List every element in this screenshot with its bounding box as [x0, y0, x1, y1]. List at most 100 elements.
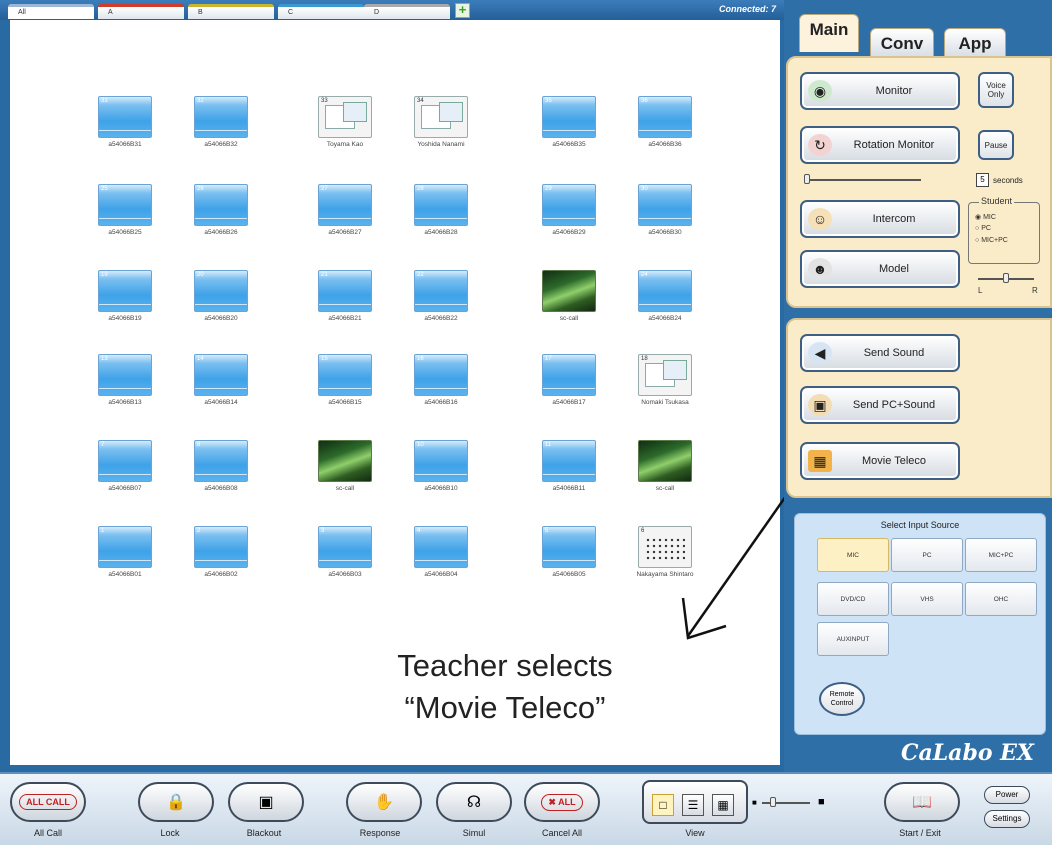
send-pc-sound-button[interactable]: ▣ Send PC+Sound [800, 386, 960, 424]
simul-button[interactable]: ☊ [436, 782, 512, 822]
all-call-button[interactable]: ALL CALL [10, 782, 86, 822]
view-thumbnail-icon[interactable]: □ [652, 794, 674, 816]
student-seat[interactable]: 33 Toyama Kao [300, 96, 390, 160]
input-mic-pc-button[interactable]: MIC+PC [965, 538, 1037, 572]
student-seat[interactable]: 27 a54066B27 [300, 184, 390, 248]
student-seat[interactable]: 16 a54066B16 [396, 354, 486, 418]
seat-screen-thumbnail[interactable]: 30 [638, 184, 692, 226]
input-pc-button[interactable]: PC [891, 538, 963, 572]
input-vhs-button[interactable]: VHS [891, 582, 963, 616]
response-button[interactable]: ✋ [346, 782, 422, 822]
student-seat[interactable]: 10 a54066B10 [396, 440, 486, 504]
student-seat[interactable]: 3 a54066B03 [300, 526, 390, 590]
student-seat[interactable]: 15 a54066B15 [300, 354, 390, 418]
seat-screen-thumbnail[interactable]: 19 [98, 270, 152, 312]
tab-main[interactable]: Main [799, 14, 859, 52]
add-group-icon[interactable]: + [455, 3, 470, 18]
seat-screen-thumbnail[interactable]: 36 [638, 96, 692, 138]
seat-screen-thumbnail[interactable]: 7 [98, 440, 152, 482]
lock-button[interactable]: 🔒 [138, 782, 214, 822]
movie-teleco-button[interactable]: ▦ Movie Teleco [800, 442, 960, 480]
student-seat[interactable]: 7 a54066B07 [80, 440, 170, 504]
student-seat[interactable]: 9 sc-call [300, 440, 390, 504]
seat-screen-thumbnail[interactable]: 8 [194, 440, 248, 482]
input-dvd-cd-button[interactable]: DVD/CD [817, 582, 889, 616]
thumbnail-size-handle[interactable] [770, 797, 776, 807]
student-seat[interactable]: 36 a54066B36 [620, 96, 710, 160]
student-seat[interactable]: 14 a54066B14 [176, 354, 266, 418]
seat-screen-thumbnail[interactable]: 12 [638, 440, 692, 482]
student-seat[interactable]: 29 a54066B29 [524, 184, 614, 248]
seat-screen-thumbnail[interactable]: 14 [194, 354, 248, 396]
seat-screen-thumbnail[interactable]: 24 [638, 270, 692, 312]
settings-button[interactable]: Settings [984, 810, 1030, 828]
student-seat[interactable]: 17 a54066B17 [524, 354, 614, 418]
seat-screen-thumbnail[interactable]: 4 [414, 526, 468, 568]
seat-screen-thumbnail[interactable]: 10 [414, 440, 468, 482]
input-ohc-button[interactable]: OHC [965, 582, 1037, 616]
student-seat[interactable]: 21 a54066B21 [300, 270, 390, 334]
tab-conv[interactable]: Conv [870, 28, 934, 58]
student-seat[interactable]: 20 a54066B20 [176, 270, 266, 334]
student-seat[interactable]: 11 a54066B11 [524, 440, 614, 504]
model-button[interactable]: ☻ Model [800, 250, 960, 288]
input-auxinput-button[interactable]: AUXINPUT [817, 622, 889, 656]
seat-screen-thumbnail[interactable]: 28 [414, 184, 468, 226]
student-seat[interactable]: 19 a54066B19 [80, 270, 170, 334]
monitor-button[interactable]: ◉ Monitor [800, 72, 960, 110]
student-seat[interactable]: 8 a54066B08 [176, 440, 266, 504]
rotation-slider-handle[interactable] [804, 174, 810, 184]
student-radio-mic[interactable]: ◉ MIC [975, 213, 996, 221]
student-seat[interactable]: 22 a54066B22 [396, 270, 486, 334]
view-detail-icon[interactable]: ▦ [712, 794, 734, 816]
start-exit-button[interactable]: 📖 [884, 782, 960, 822]
student-seat[interactable]: 13 a54066B13 [80, 354, 170, 418]
seat-screen-thumbnail[interactable]: 33 [318, 96, 372, 138]
student-seat[interactable]: 31 a54066B31 [80, 96, 170, 160]
student-seat[interactable]: 12 sc-call [620, 440, 710, 504]
rotation-speed-slider[interactable] [806, 179, 921, 181]
seat-screen-thumbnail[interactable]: 35 [542, 96, 596, 138]
group-tab-c[interactable]: C [278, 4, 364, 19]
seat-screen-thumbnail[interactable]: 1 [98, 526, 152, 568]
student-radio-pc[interactable]: ○ PC [975, 225, 991, 232]
seat-screen-thumbnail[interactable]: 13 [98, 354, 152, 396]
seat-screen-thumbnail[interactable]: 15 [318, 354, 372, 396]
seat-screen-thumbnail[interactable]: 25 [98, 184, 152, 226]
send-sound-button[interactable]: ◀ Send Sound [800, 334, 960, 372]
seat-screen-thumbnail[interactable]: 21 [318, 270, 372, 312]
cancel-all-button[interactable]: ✖ ALL [524, 782, 600, 822]
student-seat[interactable]: 2 a54066B02 [176, 526, 266, 590]
seat-screen-thumbnail[interactable]: 2 [194, 526, 248, 568]
seat-screen-thumbnail[interactable]: 5 [542, 526, 596, 568]
blackout-button[interactable]: ▣ [228, 782, 304, 822]
seat-screen-thumbnail[interactable]: 26 [194, 184, 248, 226]
seat-screen-thumbnail[interactable]: 34 [414, 96, 468, 138]
student-seat[interactable]: 30 a54066B30 [620, 184, 710, 248]
seat-screen-thumbnail[interactable]: 23 [542, 270, 596, 312]
view-list-icon[interactable]: ☰ [682, 794, 704, 816]
student-seat[interactable]: 35 a54066B35 [524, 96, 614, 160]
student-seat[interactable]: 18 Nomaki Tsukasa [620, 354, 710, 418]
seat-screen-thumbnail[interactable]: 16 [414, 354, 468, 396]
voice-only-button[interactable]: Voice Only [978, 72, 1014, 108]
balance-slider-handle[interactable] [1003, 273, 1009, 283]
remote-control-button[interactable]: Remote Control [819, 682, 865, 716]
group-tab-b[interactable]: B [188, 4, 274, 19]
pause-button[interactable]: Pause [978, 130, 1014, 160]
student-seat[interactable]: 23 sc-call [524, 270, 614, 334]
seat-screen-thumbnail[interactable]: 20 [194, 270, 248, 312]
group-tab-a[interactable]: A [98, 4, 184, 19]
student-seat[interactable]: 25 a54066B25 [80, 184, 170, 248]
intercom-button[interactable]: ☺ Intercom [800, 200, 960, 238]
seconds-input[interactable]: 5 [976, 173, 989, 187]
student-radio-mic-pc[interactable]: ○ MIC+PC [975, 237, 1008, 244]
seat-screen-thumbnail[interactable]: 3 [318, 526, 372, 568]
student-seat[interactable]: 4 a54066B04 [396, 526, 486, 590]
student-seat[interactable]: 28 a54066B28 [396, 184, 486, 248]
input-mic-button[interactable]: MIC [817, 538, 889, 572]
seat-screen-thumbnail[interactable]: 11 [542, 440, 596, 482]
seat-screen-thumbnail[interactable]: 6 [638, 526, 692, 568]
seat-screen-thumbnail[interactable]: 18 [638, 354, 692, 396]
seat-screen-thumbnail[interactable]: 17 [542, 354, 596, 396]
